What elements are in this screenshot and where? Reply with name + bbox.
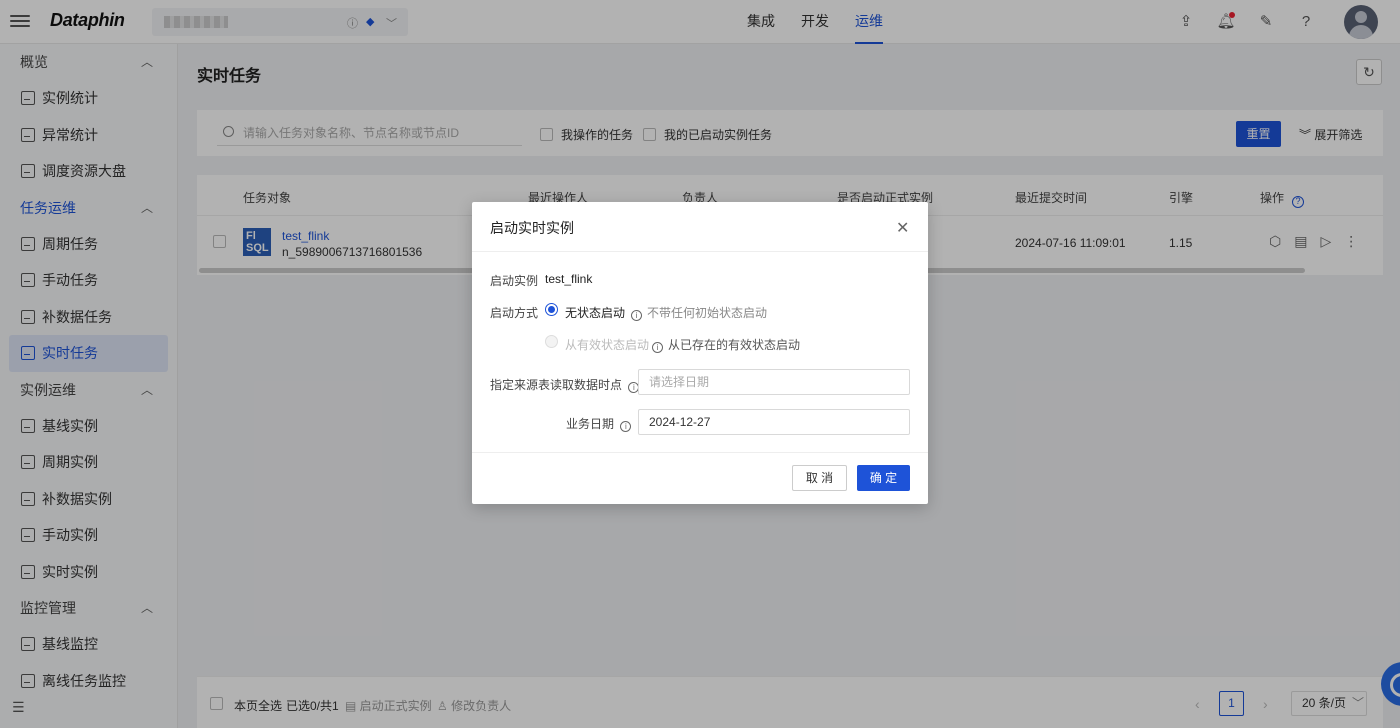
info-icon: i	[631, 310, 642, 321]
start-realtime-instance-dialog: 启动实时实例 ✕ 启动实例 test_flink 启动方式 无状态启动 i 不带任…	[472, 202, 928, 504]
info-icon: i	[620, 421, 632, 432]
info-icon: i	[652, 342, 663, 353]
confirm-button[interactable]: 确 定	[857, 465, 910, 491]
mode-label: 启动方式	[490, 306, 539, 320]
valid-state-hint: i 从已存在的有效状态启动	[652, 336, 800, 353]
source-time-label: 指定来源表读取数据时点 i	[490, 376, 644, 393]
stateless-radio[interactable]	[545, 303, 558, 316]
stateless-hint: i 不带任何初始状态启动	[631, 304, 767, 321]
biz-date-input[interactable]	[638, 409, 910, 435]
instance-value: test_flink	[545, 272, 593, 286]
close-icon[interactable]: ✕	[896, 218, 909, 238]
stateless-label[interactable]: 无状态启动	[565, 304, 625, 321]
dialog-title: 启动实时实例	[490, 220, 574, 236]
source-date-input[interactable]	[638, 369, 910, 395]
cancel-button[interactable]: 取 消	[792, 465, 847, 491]
divider	[472, 452, 928, 453]
valid-state-radio	[545, 335, 558, 348]
valid-state-label: 从有效状态启动	[565, 338, 650, 352]
biz-date-label: 业务日期 i	[566, 415, 636, 432]
divider	[472, 251, 928, 252]
instance-label: 启动实例	[490, 274, 539, 288]
